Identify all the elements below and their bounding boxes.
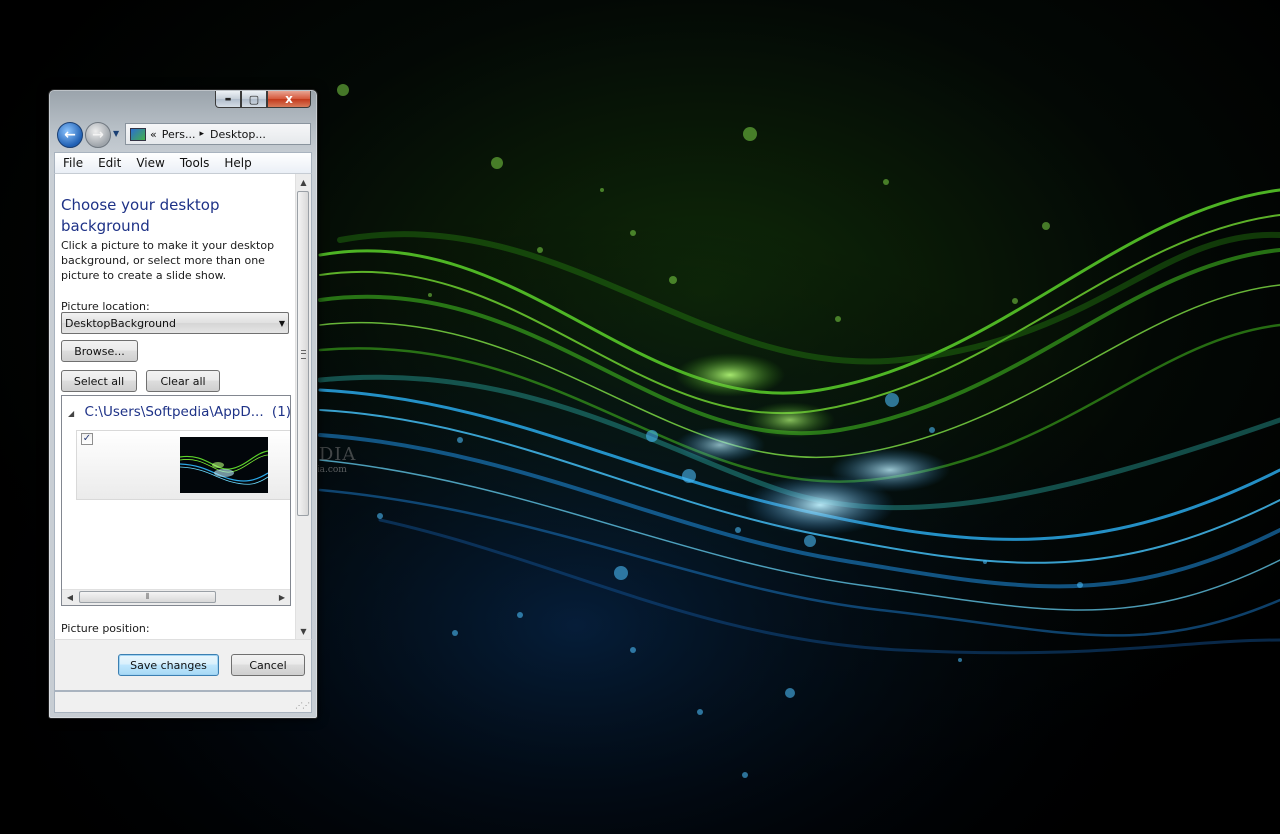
cancel-button[interactable]: Cancel	[231, 654, 305, 676]
breadcrumb-desktop-background[interactable]: Desktop...	[210, 128, 266, 141]
control-panel-icon	[130, 127, 146, 141]
horizontal-scrollbar[interactable]: ◀ ⦀ ▶	[62, 589, 290, 605]
scroll-right-icon[interactable]: ▶	[274, 590, 290, 605]
save-changes-button[interactable]: Save changes	[118, 654, 219, 676]
close-icon: x	[285, 92, 293, 106]
address-overflow[interactable]: «	[150, 128, 157, 141]
minimize-icon: ▬	[224, 95, 232, 103]
nav-dropdown-icon[interactable]: ▼	[113, 129, 119, 138]
scroll-grip-icon: ⦀	[145, 592, 150, 601]
navigation-bar: ← → ▼ « Pers... ▸ Desktop...	[55, 120, 311, 148]
scroll-left-icon[interactable]: ◀	[62, 590, 78, 605]
forward-button[interactable]: →	[85, 122, 111, 148]
scroll-down-icon[interactable]: ▼	[296, 623, 311, 639]
minimize-button[interactable]: ▬	[215, 91, 241, 108]
maximize-button[interactable]: ▢	[241, 91, 267, 108]
picture-list[interactable]: ◢ C:\Users\Softpedia\AppD... (1) ✓ ◀ ⦀ ▶	[61, 395, 291, 606]
menu-edit[interactable]: Edit	[90, 156, 128, 170]
picture-group-count: (1)	[271, 404, 291, 420]
status-bar: ⋰⋰	[54, 691, 312, 713]
content-pane: Choose your desktop background Click a p…	[54, 174, 312, 639]
scroll-up-icon[interactable]: ▲	[296, 174, 311, 190]
picture-location-value: DesktopBackground	[65, 316, 176, 330]
horizontal-scroll-thumb[interactable]: ⦀	[79, 591, 216, 603]
picture-thumbnail-item[interactable]: ✓	[76, 430, 290, 500]
forward-arrow-icon: →	[92, 127, 104, 143]
address-bar[interactable]: « Pers... ▸ Desktop...	[125, 123, 311, 145]
resize-grip-icon[interactable]: ⋰⋰	[295, 701, 310, 710]
page-description: Click a picture to make it your desktop …	[61, 239, 275, 282]
checkmark-icon: ✓	[82, 433, 92, 444]
close-button[interactable]: x	[267, 91, 311, 108]
picture-group-path: C:\Users\Softpedia\AppD...	[84, 404, 264, 420]
picture-location-select[interactable]: DesktopBackground ▼	[61, 312, 289, 334]
picture-checkbox[interactable]: ✓	[81, 433, 93, 445]
picture-position-label: Picture position:	[61, 622, 150, 635]
back-arrow-icon: ←	[64, 127, 76, 143]
maximize-icon: ▢	[248, 92, 260, 106]
menu-bar: File Edit View Tools Help	[54, 152, 312, 174]
vertical-scroll-thumb[interactable]	[297, 191, 309, 516]
menu-tools[interactable]: Tools	[172, 156, 217, 170]
menu-view[interactable]: View	[128, 156, 171, 170]
picture-group-header[interactable]: ◢ C:\Users\Softpedia\AppD... (1)	[68, 404, 291, 420]
back-button[interactable]: ←	[57, 122, 83, 148]
clear-all-button[interactable]: Clear all	[146, 370, 220, 392]
select-all-button[interactable]: Select all	[61, 370, 137, 392]
expand-triangle-icon[interactable]: ◢	[68, 409, 74, 418]
menu-file[interactable]: File	[55, 156, 90, 170]
dialog-footer: Save changes Cancel	[54, 639, 312, 691]
personalization-window: ▬ ▢ x ← → ▼ « Pers... ▸ Desktop... File …	[48, 89, 318, 719]
caption-buttons: ▬ ▢ x	[215, 91, 311, 108]
breadcrumb-chevron-icon[interactable]: ▸	[200, 129, 205, 139]
breadcrumb-personalization[interactable]: Pers...	[162, 128, 196, 141]
dropdown-arrow-icon: ▼	[278, 318, 285, 328]
vertical-scrollbar[interactable]: ▲ ▼	[295, 174, 311, 639]
wallpaper-thumbnail	[180, 437, 268, 493]
menu-help[interactable]: Help	[216, 156, 258, 170]
page-title: Choose your desktop background	[61, 196, 220, 235]
browse-button[interactable]: Browse...	[61, 340, 138, 362]
scroll-grip-icon	[301, 350, 306, 359]
